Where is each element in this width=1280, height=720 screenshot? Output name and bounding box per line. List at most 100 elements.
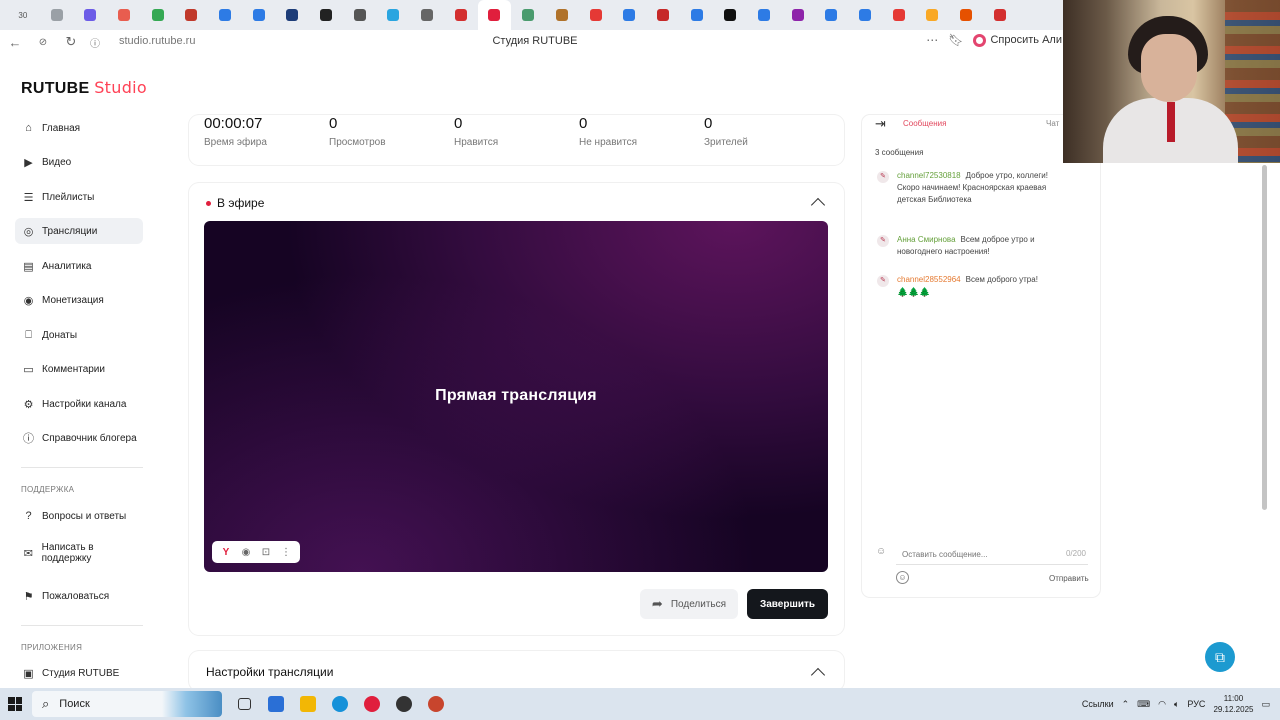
browser-tab[interactable] <box>242 0 276 30</box>
browser-tab[interactable] <box>377 0 411 30</box>
browser-tab[interactable] <box>511 0 545 30</box>
screenshot-icon[interactable]: ⊡ <box>259 547 273 558</box>
sidebar-item[interactable]: ▭ Комментарии <box>15 356 143 382</box>
sidebar-item[interactable]: ▤ Аналитика <box>15 253 143 279</box>
sidebar-item-label: Монетизация <box>42 294 104 306</box>
browser-tab[interactable] <box>983 0 1017 30</box>
chat-author[interactable]: Анна Смирнова <box>897 235 956 244</box>
favicon-icon <box>589 9 602 21</box>
browser-tab[interactable] <box>781 0 815 30</box>
sidebar-item[interactable]: ? Вопросы и ответы <box>15 503 143 529</box>
browser-tab[interactable] <box>646 0 680 30</box>
chat-author[interactable]: channel28552964 <box>897 275 961 284</box>
network-icon[interactable]: ⌨ <box>1137 699 1150 710</box>
browser-tab[interactable] <box>309 0 343 30</box>
browser-tab[interactable]: 30 <box>6 0 40 30</box>
browser-tab[interactable] <box>680 0 714 30</box>
taskbar-app-powerpoint[interactable] <box>420 688 452 720</box>
favicon-icon <box>117 9 130 21</box>
browser-tab[interactable] <box>713 0 747 30</box>
tab-chat[interactable]: Чат <box>1046 119 1059 128</box>
file-explorer-icon <box>300 696 316 712</box>
more-options-icon[interactable]: ⋯ <box>926 33 938 47</box>
sidebar-item[interactable]: ▣ Студия RUTUBE <box>15 660 143 686</box>
tab-messages[interactable]: Сообщения <box>903 119 946 128</box>
taskbar-app-app-blue[interactable] <box>260 688 292 720</box>
wifi-icon[interactable]: ◠ <box>1158 699 1166 710</box>
language-indicator[interactable]: РУС <box>1187 699 1205 709</box>
notifications-icon[interactable]: ▭ <box>1261 699 1270 710</box>
sidebar-item[interactable]: ✉ Написать в поддержку <box>15 540 143 566</box>
chat-author[interactable]: channel72530818 <box>897 171 961 180</box>
taskbar-app-file-explorer[interactable] <box>292 688 324 720</box>
share-button[interactable]: ➦ Поделиться <box>640 589 738 619</box>
collapse-panel-icon[interactable]: ⇥ <box>875 116 886 132</box>
favicon-icon <box>724 9 737 21</box>
browser-tab[interactable] <box>747 0 781 30</box>
browser-tab[interactable] <box>477 0 512 30</box>
browser-tab[interactable] <box>882 0 916 30</box>
emoji-icon[interactable]: ☺ <box>896 571 909 584</box>
browser-tab[interactable] <box>174 0 208 30</box>
yandex-icon[interactable]: Y <box>219 547 233 558</box>
sidebar-item[interactable]: ◎ Трансляции <box>15 218 143 244</box>
video-player[interactable]: Прямая трансляция Y ◉ ⊡ ⋮ <box>204 221 828 572</box>
browser-tab[interactable] <box>410 0 444 30</box>
taskbar-app-task-view[interactable] <box>228 688 260 720</box>
sidebar-item[interactable]: ⓘ Справочник блогера <box>15 425 143 451</box>
taskbar-search[interactable]: ⌕ Поиск <box>32 691 222 717</box>
chat-message-input[interactable] <box>896 545 1088 565</box>
help-chat-button[interactable]: ⧉ <box>1205 642 1235 672</box>
finish-button[interactable]: Завершить <box>747 589 828 619</box>
browser-tab[interactable] <box>949 0 983 30</box>
browser-tab[interactable] <box>107 0 141 30</box>
browser-tab[interactable] <box>579 0 613 30</box>
sidebar-item[interactable]: ⚙ Настройки канала <box>15 391 143 417</box>
bookmark-icon[interactable]: 🔖︎ <box>948 33 963 47</box>
favicon-icon <box>791 9 804 21</box>
eye-icon[interactable]: ◉ <box>239 547 253 558</box>
browser-tab[interactable] <box>141 0 175 30</box>
chevron-up-icon[interactable] <box>810 197 826 213</box>
browser-tab[interactable] <box>848 0 882 30</box>
sidebar-item[interactable]: ⎕ Донаты <box>15 322 143 348</box>
browser-tab[interactable] <box>545 0 579 30</box>
browser-tab[interactable] <box>276 0 310 30</box>
links-toolbar[interactable]: Ссылки <box>1082 699 1114 709</box>
user-avatar-icon: ✎ <box>877 275 889 287</box>
browser-tab[interactable] <box>612 0 646 30</box>
settings-card[interactable]: Настройки трансляции <box>189 651 844 691</box>
browser-tab[interactable] <box>343 0 377 30</box>
browser-tab[interactable] <box>916 0 950 30</box>
taskbar-app-obs[interactable] <box>388 688 420 720</box>
send-button[interactable]: Отправить <box>1049 574 1089 583</box>
live-indicator-icon <box>206 200 211 206</box>
sidebar-item[interactable]: ⚑ Пожаловаться <box>15 583 143 609</box>
search-label: Поиск <box>59 698 90 710</box>
sidebar: ⌂ Главная ▶ Видео ☰ Плейлисты ◎ Трансляции ▤ Анал… <box>15 115 145 685</box>
browser-tab[interactable] <box>444 0 478 30</box>
browser-tab[interactable] <box>40 0 74 30</box>
browser-tab[interactable] <box>815 0 849 30</box>
browser-tab[interactable] <box>73 0 107 30</box>
windows-logo-icon <box>8 697 22 711</box>
chevron-up-icon[interactable] <box>810 667 826 683</box>
browser-tab[interactable] <box>208 0 242 30</box>
play-circle-icon: ▶ <box>24 156 33 169</box>
clock[interactable]: 11:00 29.12.2025 <box>1213 693 1253 715</box>
speaker-icon[interactable]: 🔈︎ <box>1174 699 1179 710</box>
sidebar-item[interactable]: ⌂ Главная <box>15 115 143 141</box>
more-vertical-icon[interactable]: ⋮ <box>279 547 293 558</box>
taskbar-app-edge[interactable] <box>324 688 356 720</box>
flag-icon: ⚑ <box>23 590 34 603</box>
sidebar-item[interactable]: ▶ Видео <box>15 149 143 175</box>
page-title: Студия RUTUBE <box>492 35 578 47</box>
ask-alice-button[interactable]: Спросить Али <box>973 33 1062 47</box>
start-button[interactable] <box>0 688 30 720</box>
page-scrollbar[interactable] <box>1262 165 1267 510</box>
chevron-up-icon[interactable]: ⌃ <box>1122 699 1130 710</box>
sidebar-item[interactable]: ◉ Монетизация <box>15 287 143 313</box>
rutube-studio-logo[interactable]: RUTUBE Studio <box>21 78 147 98</box>
sidebar-item[interactable]: ☰ Плейлисты <box>15 184 143 210</box>
taskbar-app-yandex-browser[interactable] <box>356 688 388 720</box>
